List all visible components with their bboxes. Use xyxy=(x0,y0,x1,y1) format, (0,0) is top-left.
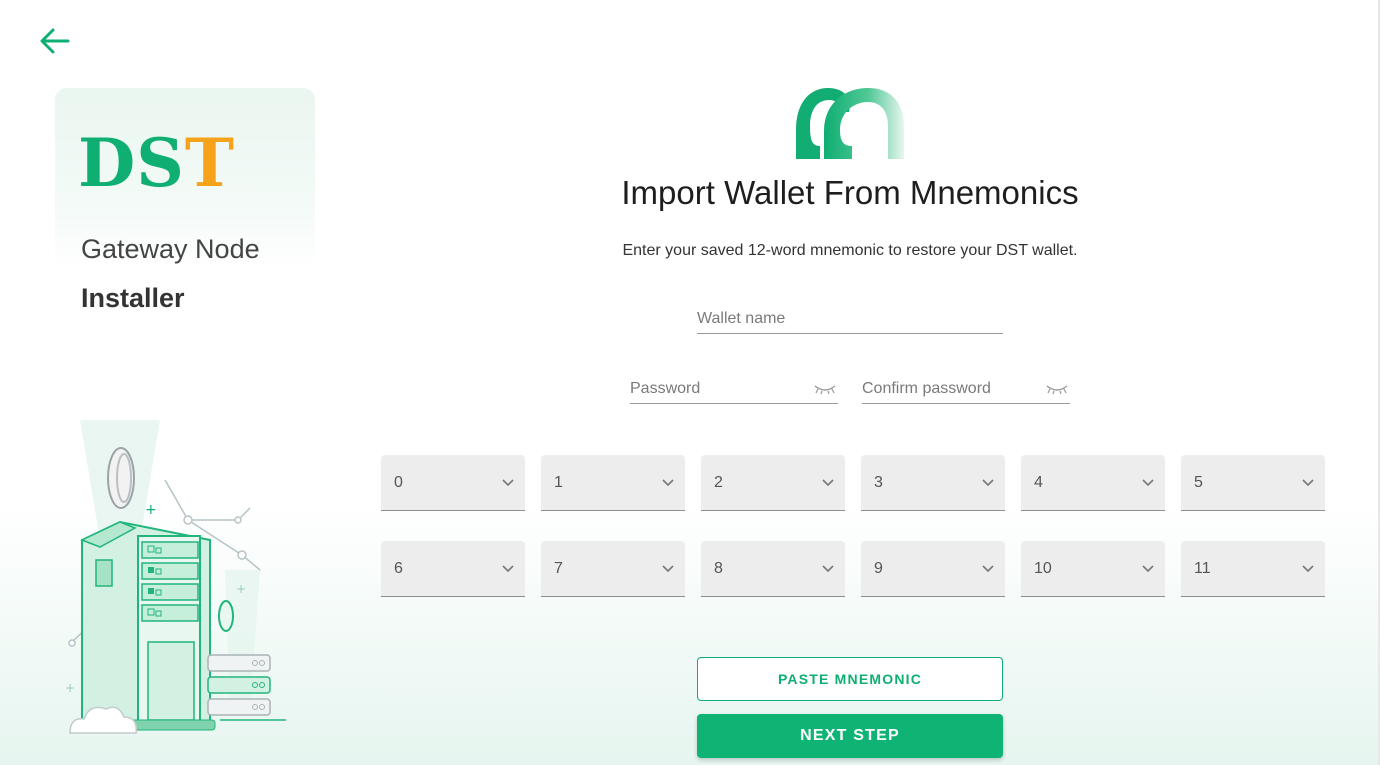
mnemonic-word-select[interactable]: 3 xyxy=(861,455,1005,511)
arrow-left-icon xyxy=(40,28,70,54)
chevron-down-icon xyxy=(822,565,834,573)
confirm-password-field[interactable] xyxy=(862,374,1070,404)
page-description: Enter your saved 12-word mnemonic to res… xyxy=(622,242,1078,259)
mnemonic-word-select[interactable]: 2 xyxy=(701,455,845,511)
mnemonic-word-select[interactable]: 5 xyxy=(1181,455,1325,511)
mnemonic-word-select[interactable]: 11 xyxy=(1181,541,1325,597)
svg-text:+: + xyxy=(65,681,75,695)
mnemonic-word-select[interactable]: 4 xyxy=(1021,455,1165,511)
mnemonic-word-select[interactable]: 10 xyxy=(1021,541,1165,597)
mnemonic-word-value: 11 xyxy=(1194,559,1211,577)
brand-logo: DST xyxy=(78,130,235,196)
mnemonic-word-select[interactable]: 0 xyxy=(381,455,525,511)
mnemonic-word-value: 9 xyxy=(874,559,883,577)
main-logo-icon xyxy=(796,88,904,159)
mnemonic-word-value: 1 xyxy=(554,473,563,491)
chevron-down-icon xyxy=(982,479,994,487)
chevron-down-icon xyxy=(1142,479,1154,487)
page-title: Import Wallet From Mnemonics xyxy=(621,174,1079,211)
paste-mnemonic-button[interactable]: PASTE MNEMONIC xyxy=(697,657,1003,701)
chevron-down-icon xyxy=(502,479,514,487)
mnemonic-word-value: 7 xyxy=(554,559,563,577)
app-subtitle-bold: Installer xyxy=(81,283,185,313)
mnemonic-word-select[interactable]: 6 xyxy=(381,541,525,597)
wallet-name-field[interactable] xyxy=(697,304,1003,334)
chevron-down-icon xyxy=(982,565,994,573)
password-input[interactable] xyxy=(630,379,814,398)
mnemonic-word-select[interactable]: 9 xyxy=(861,541,1005,597)
eye-closed-icon[interactable] xyxy=(1046,383,1068,395)
chevron-down-icon xyxy=(662,479,674,487)
mnemonic-word-value: 3 xyxy=(874,473,883,491)
svg-text:+: + xyxy=(145,502,157,518)
mnemonic-word-value: 5 xyxy=(1194,473,1203,491)
chevron-down-icon xyxy=(1302,565,1314,573)
mnemonic-word-select[interactable]: 1 xyxy=(541,455,685,511)
mnemonic-word-select[interactable]: 8 xyxy=(701,541,845,597)
chevron-down-icon xyxy=(662,565,674,573)
next-step-button[interactable]: NEXT STEP xyxy=(697,714,1003,758)
chevron-down-icon xyxy=(1302,479,1314,487)
mnemonic-word-value: 4 xyxy=(1034,473,1043,491)
back-button[interactable] xyxy=(36,26,72,56)
mnemonic-word-value: 6 xyxy=(394,559,403,577)
chevron-down-icon xyxy=(1142,565,1154,573)
mnemonic-word-value: 2 xyxy=(714,473,723,491)
mnemonic-word-value: 0 xyxy=(394,473,403,491)
mnemonic-word-select[interactable]: 7 xyxy=(541,541,685,597)
brand-logo-orange: T xyxy=(184,124,236,202)
app-subtitle: Gateway Node xyxy=(81,234,260,264)
svg-text:+: + xyxy=(236,582,246,596)
chevron-down-icon xyxy=(502,565,514,573)
password-field[interactable] xyxy=(630,374,838,404)
mnemonic-word-value: 10 xyxy=(1034,559,1052,577)
brand-logo-green: DS xyxy=(78,124,185,202)
chevron-down-icon xyxy=(822,479,834,487)
confirm-password-input[interactable] xyxy=(862,379,1046,398)
wallet-name-input[interactable] xyxy=(697,309,1003,328)
eye-closed-icon[interactable] xyxy=(814,383,836,395)
mnemonic-word-value: 8 xyxy=(714,559,723,577)
server-illustration: + + + xyxy=(65,420,286,734)
